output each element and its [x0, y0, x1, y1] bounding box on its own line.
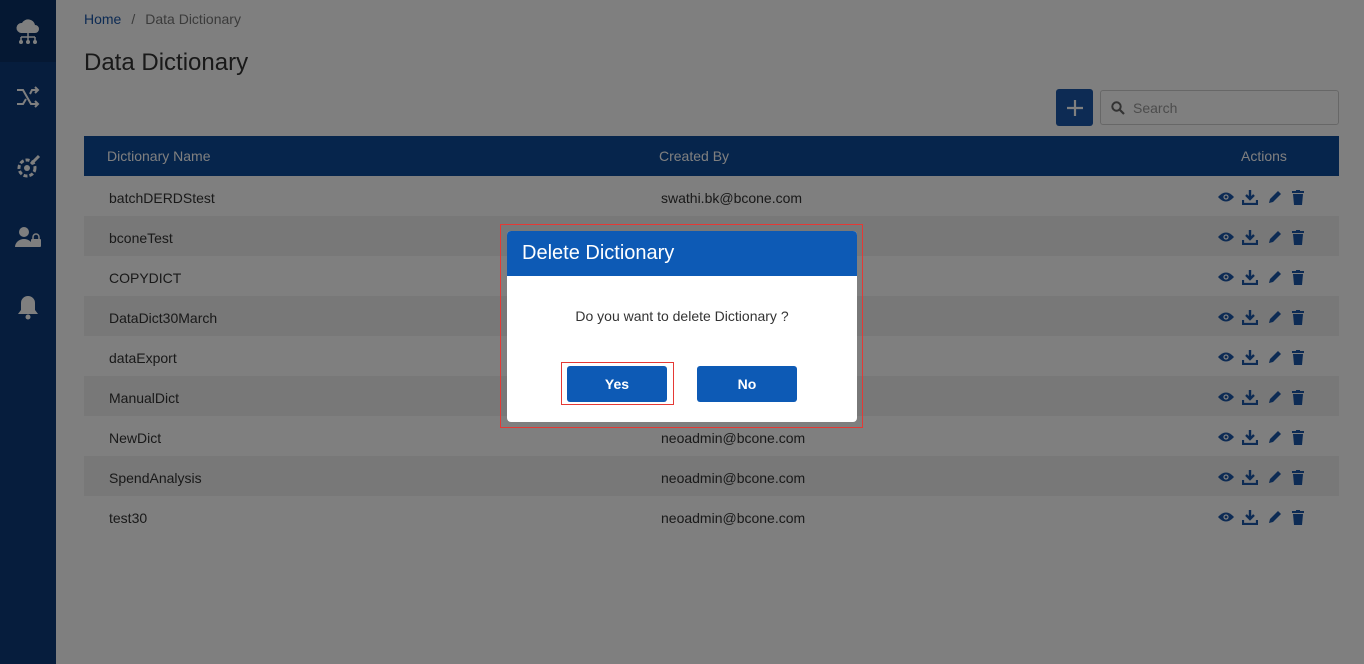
yes-button[interactable]: Yes — [567, 366, 667, 402]
delete-dictionary-dialog: Delete Dictionary Do you want to delete … — [507, 231, 857, 422]
dialog-message: Do you want to delete Dictionary ? — [575, 308, 789, 324]
dialog-title: Delete Dictionary — [507, 231, 857, 276]
no-button[interactable]: No — [697, 366, 797, 402]
